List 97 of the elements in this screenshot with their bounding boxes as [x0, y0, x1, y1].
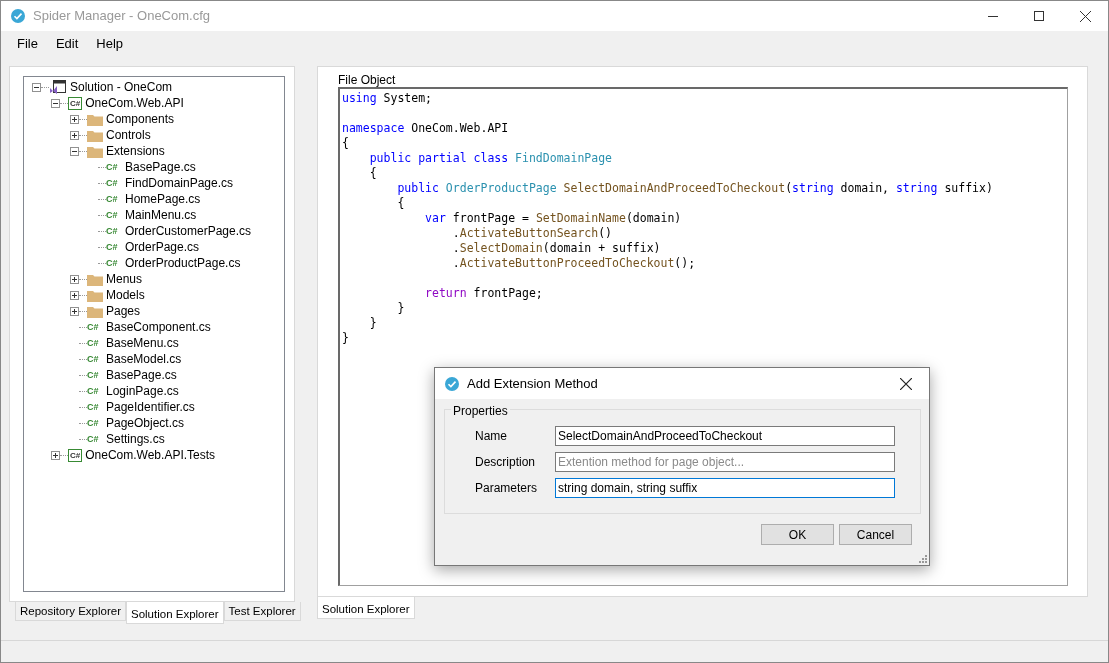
collapse-icon[interactable]	[51, 98, 60, 108]
tab[interactable]: Solution Explorer	[317, 597, 415, 619]
app-icon	[11, 9, 25, 23]
cancel-button[interactable]: Cancel	[839, 524, 912, 545]
window-title: Spider Manager - OneCom.cfg	[33, 7, 211, 26]
group-title: File Object	[338, 73, 397, 87]
tree-item[interactable]: Models	[106, 286, 145, 304]
code-line: .ActivateButtonSearch()	[451, 226, 614, 241]
tree-item[interactable]: BasePage.cs	[106, 366, 177, 384]
expand-icon[interactable]	[70, 130, 79, 140]
dialog-title: Add Extension Method	[467, 374, 599, 393]
code-line: {	[396, 196, 406, 211]
tree-item[interactable]: OneCom.Web.API.Tests	[85, 446, 216, 464]
tree-item[interactable]: HomePage.cs	[125, 190, 201, 208]
ok-button[interactable]: OK	[761, 524, 834, 545]
folder-icon	[87, 128, 103, 142]
code-line: }	[396, 301, 406, 316]
file-icon: C#	[106, 161, 122, 173]
tab[interactable]: Repository Explorer	[15, 602, 126, 621]
code-line: public partial class FindDomainPage	[368, 151, 614, 166]
file-icon: C#	[87, 417, 103, 429]
resize-grip-icon	[919, 555, 927, 563]
code-line: }	[342, 331, 350, 346]
field-label: Parameters	[475, 480, 539, 497]
folder-icon	[87, 144, 103, 158]
code-line: .ActivateButtonProceedToCheckout();	[451, 256, 697, 271]
tree-item[interactable]: Components	[106, 110, 175, 128]
project-icon: C#	[68, 448, 83, 462]
tree-item[interactable]: BaseModel.cs	[106, 350, 182, 368]
close-icon	[1079, 10, 1091, 22]
tree-item[interactable]: Settings.cs	[106, 430, 165, 448]
file-icon: C#	[87, 321, 103, 333]
menu-item[interactable]: Help	[88, 31, 132, 56]
minimize-icon	[988, 15, 998, 17]
code-line: .SelectDomain(domain + suffix)	[451, 241, 662, 256]
tree-item[interactable]: PageIdentifier.cs	[106, 398, 195, 416]
tree-item[interactable]: Controls	[106, 126, 151, 144]
tree-item[interactable]: Menus	[106, 270, 143, 288]
expand-icon[interactable]	[70, 114, 79, 124]
expand-icon[interactable]	[70, 290, 79, 300]
file-icon: C#	[87, 369, 103, 381]
maximize-icon	[1034, 11, 1044, 21]
code-line: var frontPage = SetDomainName(domain)	[424, 211, 683, 226]
tree-item[interactable]: OrderPage.cs	[125, 238, 200, 256]
file-icon: C#	[106, 193, 122, 205]
expand-icon[interactable]	[51, 450, 60, 460]
input-field[interactable]: SelectDomainAndProceedToCheckout	[555, 426, 895, 446]
field-label: Description	[475, 454, 537, 471]
file-icon: C#	[87, 433, 103, 445]
app-icon	[445, 376, 459, 391]
tree-item[interactable]: OrderCustomerPage.cs	[125, 222, 252, 240]
file-icon: C#	[106, 257, 122, 269]
tree-item[interactable]: BasePage.cs	[125, 158, 196, 176]
code-line: {	[342, 136, 350, 151]
solution-icon	[49, 79, 67, 95]
tab[interactable]: Solution Explorer	[126, 602, 224, 624]
tab[interactable]: Test Explorer	[223, 602, 301, 621]
input-field[interactable]: string domain, string suffix	[555, 478, 895, 498]
tree-item[interactable]: MainMenu.cs	[125, 206, 197, 224]
file-icon: C#	[87, 353, 103, 365]
tree-item[interactable]: Extensions	[106, 142, 165, 160]
tree-item[interactable]: BaseComponent.cs	[106, 318, 211, 336]
collapse-icon[interactable]	[70, 146, 79, 156]
input-field[interactable]: Extention method for page object...	[555, 452, 895, 472]
file-icon: C#	[87, 401, 103, 413]
expand-icon[interactable]	[70, 274, 79, 284]
file-icon: C#	[106, 241, 122, 253]
file-icon: C#	[87, 385, 103, 397]
folder-icon	[87, 288, 103, 302]
tree-item[interactable]: BaseMenu.cs	[106, 334, 179, 352]
tree-item[interactable]: Solution - OneCom	[70, 78, 173, 96]
file-icon: C#	[106, 209, 122, 221]
tree-item[interactable]: Pages	[106, 302, 141, 320]
tree-item[interactable]: PageObject.cs	[106, 414, 185, 432]
code-line: namespace OneCom.Web.API	[342, 121, 510, 136]
file-icon: C#	[87, 337, 103, 349]
collapse-icon[interactable]	[32, 82, 41, 92]
project-icon: C#	[68, 96, 83, 110]
close-icon	[900, 377, 912, 390]
folder-icon	[87, 304, 103, 318]
code-line: return frontPage;	[424, 286, 544, 301]
folder-icon	[87, 272, 103, 286]
tree-item[interactable]: OneCom.Web.API	[85, 94, 184, 112]
code-line: public OrderProductPage SelectDomainAndProceedToCheckout(string domain, string suffix)	[396, 181, 994, 196]
field-label: Name	[475, 428, 508, 445]
tree-item[interactable]: FindDomainPage.cs	[125, 174, 234, 192]
menu-item[interactable]: Edit	[47, 31, 87, 56]
folder-icon	[87, 112, 103, 126]
file-icon: C#	[106, 225, 122, 237]
tree-item[interactable]: LoginPage.cs	[106, 382, 179, 400]
code-line: using System;	[342, 91, 433, 106]
menu-item[interactable]: File	[9, 31, 46, 56]
code-line: {	[368, 166, 378, 181]
file-icon: C#	[106, 177, 122, 189]
code-line: }	[368, 316, 378, 331]
tree-item[interactable]: OrderProductPage.cs	[125, 254, 241, 272]
expand-icon[interactable]	[70, 306, 79, 316]
